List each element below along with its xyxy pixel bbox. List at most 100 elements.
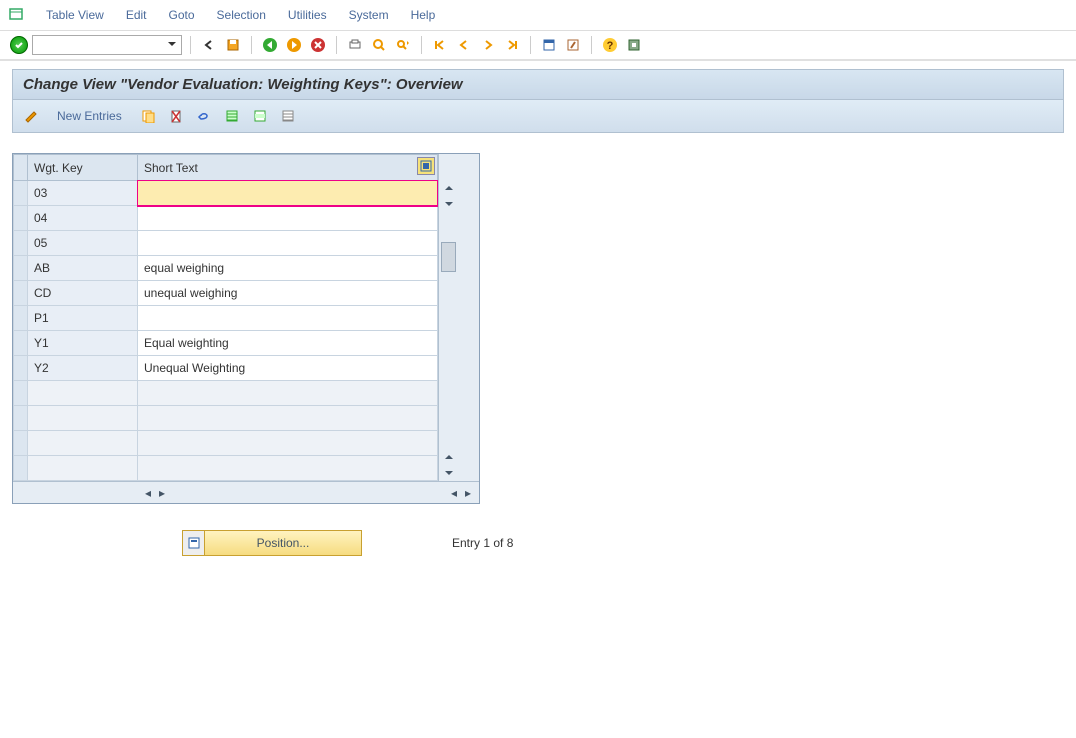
- toggle-change-icon[interactable]: [21, 106, 41, 126]
- cell-key[interactable]: [28, 456, 138, 481]
- table-settings-icon[interactable]: [417, 157, 435, 175]
- find-icon[interactable]: [369, 35, 389, 55]
- help-icon[interactable]: ?: [600, 35, 620, 55]
- row-selector[interactable]: [14, 231, 28, 256]
- column-wgt-key[interactable]: Wgt. Key: [28, 155, 138, 181]
- next-page-icon[interactable]: [478, 35, 498, 55]
- command-field[interactable]: [32, 35, 182, 55]
- copy-as-icon[interactable]: [138, 106, 158, 126]
- table-row[interactable]: P1: [14, 306, 438, 331]
- scroll-down-icon[interactable]: [439, 196, 458, 212]
- cell-key[interactable]: 04: [28, 206, 138, 231]
- menu-help[interactable]: Help: [401, 4, 446, 26]
- last-page-icon[interactable]: [502, 35, 522, 55]
- customize-icon[interactable]: [624, 35, 644, 55]
- menu-edit[interactable]: Edit: [116, 4, 157, 26]
- deselect-all-icon[interactable]: [278, 106, 298, 126]
- cell-key[interactable]: P1: [28, 306, 138, 331]
- cell-text[interactable]: [138, 431, 438, 456]
- horizontal-scrollbar[interactable]: ◂ ▸ ◂ ▸: [13, 481, 479, 503]
- find-next-icon[interactable]: [393, 35, 413, 55]
- scrollbar-thumb[interactable]: [441, 242, 456, 272]
- table-row[interactable]: 03: [14, 181, 438, 206]
- cell-text[interactable]: Unequal Weighting: [138, 356, 438, 381]
- row-selector[interactable]: [14, 181, 28, 206]
- menu-system[interactable]: System: [339, 4, 399, 26]
- cell-key[interactable]: [28, 406, 138, 431]
- menu-goto[interactable]: Goto: [159, 4, 205, 26]
- cell-key[interactable]: CD: [28, 281, 138, 306]
- table-row[interactable]: 04: [14, 206, 438, 231]
- row-selector[interactable]: [14, 431, 28, 456]
- menu-selection[interactable]: Selection: [207, 4, 276, 26]
- table-row[interactable]: Y1Equal weighting: [14, 331, 438, 356]
- prev-page-icon[interactable]: [454, 35, 474, 55]
- table-row[interactable]: Y2Unequal Weighting: [14, 356, 438, 381]
- cell-text[interactable]: [138, 381, 438, 406]
- delete-icon[interactable]: [166, 106, 186, 126]
- cell-text[interactable]: Equal weighting: [138, 331, 438, 356]
- cell-text[interactable]: [138, 181, 438, 206]
- row-selector[interactable]: [14, 356, 28, 381]
- row-selector[interactable]: [14, 256, 28, 281]
- scroll-right-icon[interactable]: ▸: [461, 486, 475, 500]
- cell-key[interactable]: Y1: [28, 331, 138, 356]
- vertical-scrollbar[interactable]: [438, 154, 458, 481]
- column-short-text[interactable]: Short Text: [138, 155, 438, 181]
- cell-text[interactable]: equal weighing: [138, 256, 438, 281]
- row-selector[interactable]: [14, 331, 28, 356]
- exit-icon[interactable]: [284, 35, 304, 55]
- row-selector[interactable]: [14, 456, 28, 481]
- cell-key[interactable]: [28, 431, 138, 456]
- row-selector[interactable]: [14, 206, 28, 231]
- scrollbar-track[interactable]: [439, 212, 458, 449]
- scroll-down-icon[interactable]: [439, 465, 458, 481]
- first-page-icon[interactable]: [430, 35, 450, 55]
- table-row[interactable]: CDunequal weighing: [14, 281, 438, 306]
- table-row[interactable]: 05: [14, 231, 438, 256]
- scroll-right-icon[interactable]: ▸: [155, 486, 169, 500]
- row-selector[interactable]: [14, 406, 28, 431]
- save-button[interactable]: [223, 35, 243, 55]
- menu-table-view[interactable]: Table View: [36, 4, 114, 26]
- select-column-header[interactable]: [14, 155, 28, 181]
- cell-key[interactable]: 05: [28, 231, 138, 256]
- table-row-empty[interactable]: [14, 381, 438, 406]
- position-button[interactable]: Position...: [182, 530, 362, 556]
- command-dropdown-icon[interactable]: [167, 39, 179, 51]
- generate-shortcut-icon[interactable]: [563, 35, 583, 55]
- cell-key[interactable]: AB: [28, 256, 138, 281]
- cell-text[interactable]: [138, 406, 438, 431]
- select-block-icon[interactable]: [250, 106, 270, 126]
- cell-text[interactable]: [138, 231, 438, 256]
- cell-key[interactable]: [28, 381, 138, 406]
- row-selector[interactable]: [14, 306, 28, 331]
- cell-text[interactable]: [138, 306, 438, 331]
- cancel-icon[interactable]: [308, 35, 328, 55]
- scroll-left-icon[interactable]: ◂: [141, 486, 155, 500]
- table-row-empty[interactable]: [14, 456, 438, 481]
- app-menu-icon[interactable]: [8, 6, 26, 24]
- table-row[interactable]: ABequal weighing: [14, 256, 438, 281]
- scroll-left-icon[interactable]: ◂: [447, 486, 461, 500]
- menu-utilities[interactable]: Utilities: [278, 4, 337, 26]
- cell-text[interactable]: [138, 206, 438, 231]
- enter-button[interactable]: [10, 36, 28, 54]
- new-entries-button[interactable]: New Entries: [49, 107, 130, 125]
- scroll-up-icon[interactable]: [439, 180, 458, 196]
- cell-key[interactable]: Y2: [28, 356, 138, 381]
- cell-key[interactable]: 03: [28, 181, 138, 206]
- table-row-empty[interactable]: [14, 406, 438, 431]
- cell-text[interactable]: [138, 456, 438, 481]
- undo-change-icon[interactable]: [194, 106, 214, 126]
- back-button[interactable]: [199, 35, 219, 55]
- row-selector[interactable]: [14, 281, 28, 306]
- table-row-empty[interactable]: [14, 431, 438, 456]
- print-icon[interactable]: [345, 35, 365, 55]
- select-all-icon[interactable]: [222, 106, 242, 126]
- create-session-icon[interactable]: [539, 35, 559, 55]
- back-icon[interactable]: [260, 35, 280, 55]
- row-selector[interactable]: [14, 381, 28, 406]
- scroll-up-icon[interactable]: [439, 449, 458, 465]
- cell-text[interactable]: unequal weighing: [138, 281, 438, 306]
